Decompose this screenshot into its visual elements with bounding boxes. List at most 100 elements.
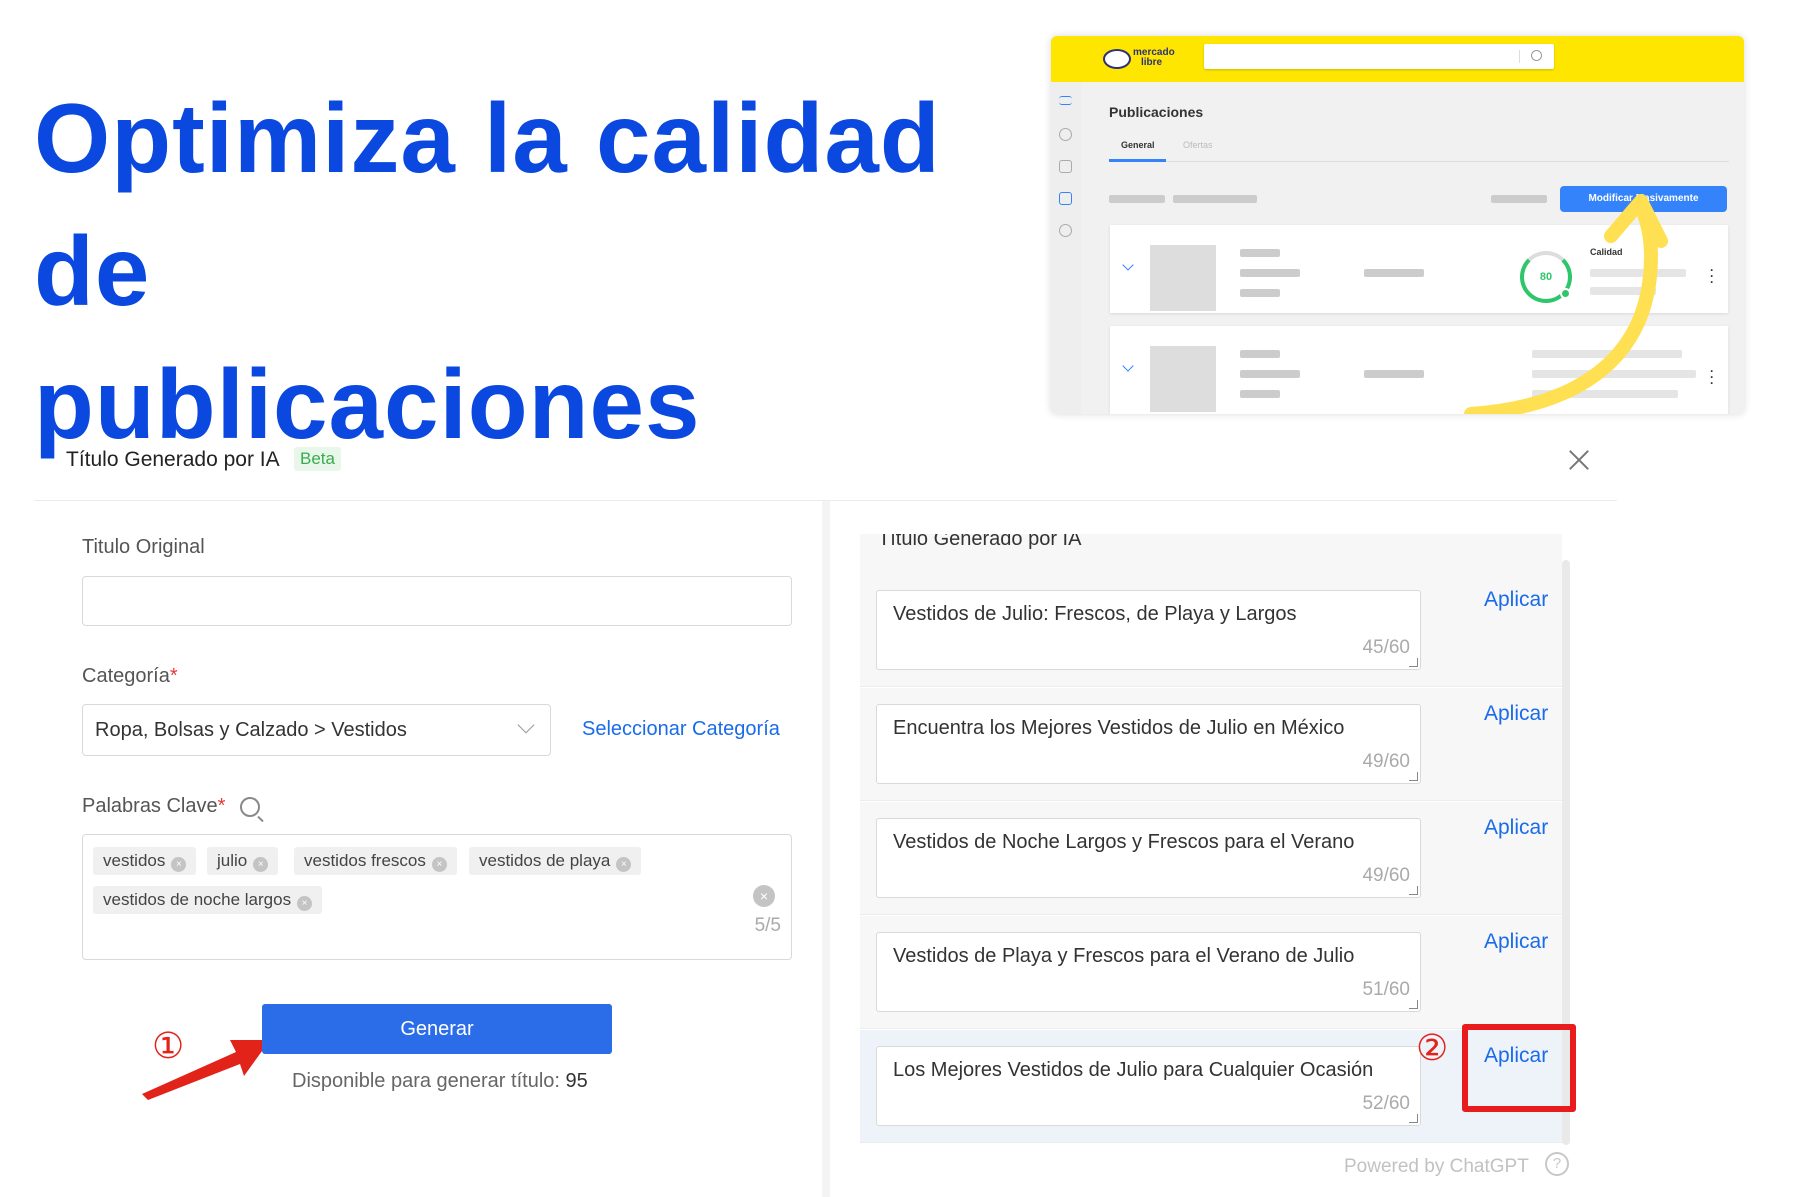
required-mark: *	[217, 795, 226, 817]
gear-icon[interactable]	[1059, 224, 1072, 237]
char-count: 52/60	[1362, 1093, 1410, 1114]
listings-icon[interactable]	[1059, 192, 1072, 205]
original-title-label: Titulo Original	[82, 536, 205, 558]
close-icon[interactable]	[1566, 447, 1592, 473]
keywords-input[interactable]: vestidos × julio × vestidos frescos × vesti…	[82, 834, 792, 960]
menu-icon[interactable]	[1059, 96, 1072, 105]
tab-ofertas[interactable]: Ofertas	[1183, 140, 1213, 150]
keyword-tag: vestidos de noche largos ×	[93, 886, 323, 914]
resize-handle-icon[interactable]	[1409, 886, 1418, 895]
apply-button[interactable]: Aplicar	[1484, 816, 1548, 840]
char-count: 49/60	[1362, 865, 1410, 886]
suggestion-row: Los Mejores Vestidos de Julio para Cualq…	[860, 1030, 1562, 1143]
category-label-text: Categoría	[82, 665, 170, 687]
quality-label: Calidad	[1590, 247, 1623, 257]
available-label: Disponible para generar título:	[292, 1070, 560, 1092]
remove-tag-icon[interactable]: ×	[253, 857, 269, 872]
more-options-icon[interactable]: · · ·	[1710, 365, 1714, 389]
suggestion-row: Vestidos de Playa y Frescos para el Vera…	[860, 916, 1562, 1029]
apply-button[interactable]: Aplicar	[1484, 588, 1548, 612]
select-category-link[interactable]: Seleccionar Categoría	[582, 718, 780, 741]
keyword-search-icon[interactable]	[240, 797, 260, 817]
remove-tag-icon[interactable]: ×	[616, 857, 632, 872]
product-thumbnail	[1150, 346, 1216, 412]
keyword-tag: vestidos ×	[93, 847, 197, 875]
suggestion-textarea[interactable]: Vestidos de Playa y Frescos para el Vera…	[876, 932, 1421, 1012]
active-tab-indicator	[1109, 159, 1166, 162]
highlight-box	[1462, 1024, 1576, 1112]
help-icon[interactable]: ?	[1545, 1152, 1569, 1176]
suggestion-title: Encuentra los Mejores Vestidos de Julio …	[893, 717, 1345, 739]
bag-icon[interactable]	[1059, 160, 1072, 173]
keywords-count: 5/5	[754, 915, 781, 936]
suggestion-textarea[interactable]: Los Mejores Vestidos de Julio para Cualq…	[876, 1046, 1421, 1126]
suggestion-title: Los Mejores Vestidos de Julio para Cualq…	[893, 1059, 1374, 1081]
original-title-input[interactable]	[82, 576, 792, 626]
placeholder-bar	[1173, 195, 1257, 203]
category-select[interactable]: Ropa, Bolsas y Calzado > Vestidos	[82, 704, 551, 756]
available-count: 95	[565, 1070, 588, 1092]
apply-button[interactable]: Aplicar	[1484, 930, 1548, 954]
bulk-edit-button[interactable]: Modificar Masivamente	[1560, 186, 1727, 212]
headline-line-1: Optimiza la calidad de	[34, 83, 941, 326]
red-arrow-icon	[142, 1040, 270, 1100]
powered-by: Powered by ChatGPT	[1344, 1156, 1529, 1177]
quality-score: 80	[1539, 271, 1553, 283]
clear-keywords-icon[interactable]: ×	[753, 885, 775, 907]
chevron-down-icon[interactable]	[1122, 259, 1134, 271]
char-count: 45/60	[1362, 637, 1410, 658]
suggestion-row: Vestidos de Julio: Frescos, de Playa y L…	[860, 574, 1562, 687]
ml-listing-card[interactable]: 80 Calidad · · ·	[1110, 225, 1728, 313]
char-count: 51/60	[1362, 979, 1410, 1000]
results-header-text: Título Generado por IA	[878, 534, 1082, 550]
panel-divider	[822, 501, 830, 1197]
quality-gauge: 80	[1520, 251, 1572, 303]
remove-tag-icon[interactable]: ×	[297, 896, 313, 911]
ml-header: mercado libre	[1051, 36, 1744, 82]
headline: Optimiza la calidad de publicaciones	[34, 72, 1054, 471]
ml-page-title: Publicaciones	[1109, 104, 1204, 120]
keywords-label-text: Palabras Clave	[82, 795, 218, 817]
more-options-icon[interactable]: · · ·	[1710, 264, 1714, 288]
keyword-tag: vestidos de playa ×	[469, 847, 642, 875]
apply-button[interactable]: Aplicar	[1484, 702, 1548, 726]
suggestion-textarea[interactable]: Encuentra los Mejores Vestidos de Julio …	[876, 704, 1421, 784]
placeholder-bar	[1491, 195, 1547, 203]
resize-handle-icon[interactable]	[1409, 1114, 1418, 1123]
product-thumbnail	[1150, 245, 1216, 311]
step-2-marker: ②	[1416, 1028, 1449, 1069]
search-icon[interactable]	[1531, 50, 1542, 61]
available-generations: Disponible para generar título: 95	[292, 1070, 588, 1093]
ml-listing-card[interactable]: · · ·	[1110, 326, 1728, 414]
suggestion-textarea[interactable]: Vestidos de Julio: Frescos, de Playa y L…	[876, 590, 1421, 670]
suggestion-title: Vestidos de Noche Largos y Frescos para …	[893, 831, 1355, 853]
suggestion-textarea[interactable]: Vestidos de Noche Largos y Frescos para …	[876, 818, 1421, 898]
dollar-icon[interactable]	[1059, 128, 1072, 141]
suggestion-title: Vestidos de Playa y Frescos para el Vera…	[893, 945, 1355, 967]
search-divider	[1519, 50, 1520, 63]
mercadolibre-screenshot: mercado libre Publicaciones General Ofer…	[1051, 36, 1744, 414]
chevron-down-icon[interactable]	[1122, 360, 1134, 372]
keywords-label: Palabras Clave*	[82, 795, 225, 818]
keyword-tag: julio ×	[207, 847, 279, 875]
ml-search-input[interactable]	[1204, 44, 1554, 69]
category-label: Categoría*	[82, 665, 178, 688]
keyword-tag: vestidos frescos ×	[294, 847, 457, 875]
suggestion-title: Vestidos de Julio: Frescos, de Playa y L…	[893, 603, 1297, 625]
resize-handle-icon[interactable]	[1409, 772, 1418, 781]
chevron-down-icon	[517, 716, 535, 734]
handshake-icon	[1103, 49, 1131, 69]
ml-logo: mercado libre	[1103, 46, 1181, 72]
suggestion-row: Encuentra los Mejores Vestidos de Julio …	[860, 688, 1562, 801]
remove-tag-icon[interactable]: ×	[431, 857, 447, 872]
resize-handle-icon[interactable]	[1409, 1000, 1418, 1009]
generate-button[interactable]: Generar	[262, 1004, 612, 1054]
remove-tag-icon[interactable]: ×	[171, 857, 187, 872]
resize-handle-icon[interactable]	[1409, 658, 1418, 667]
dialog-title: Título Generado por IA	[66, 448, 280, 471]
ml-logo-text-2: libre	[1141, 57, 1163, 68]
tab-general[interactable]: General	[1121, 140, 1155, 150]
results-header: Título Generado por IA	[860, 534, 1562, 574]
suggestion-row: Vestidos de Noche Largos y Frescos para …	[860, 802, 1562, 915]
category-value: Ropa, Bolsas y Calzado > Vestidos	[95, 719, 407, 741]
